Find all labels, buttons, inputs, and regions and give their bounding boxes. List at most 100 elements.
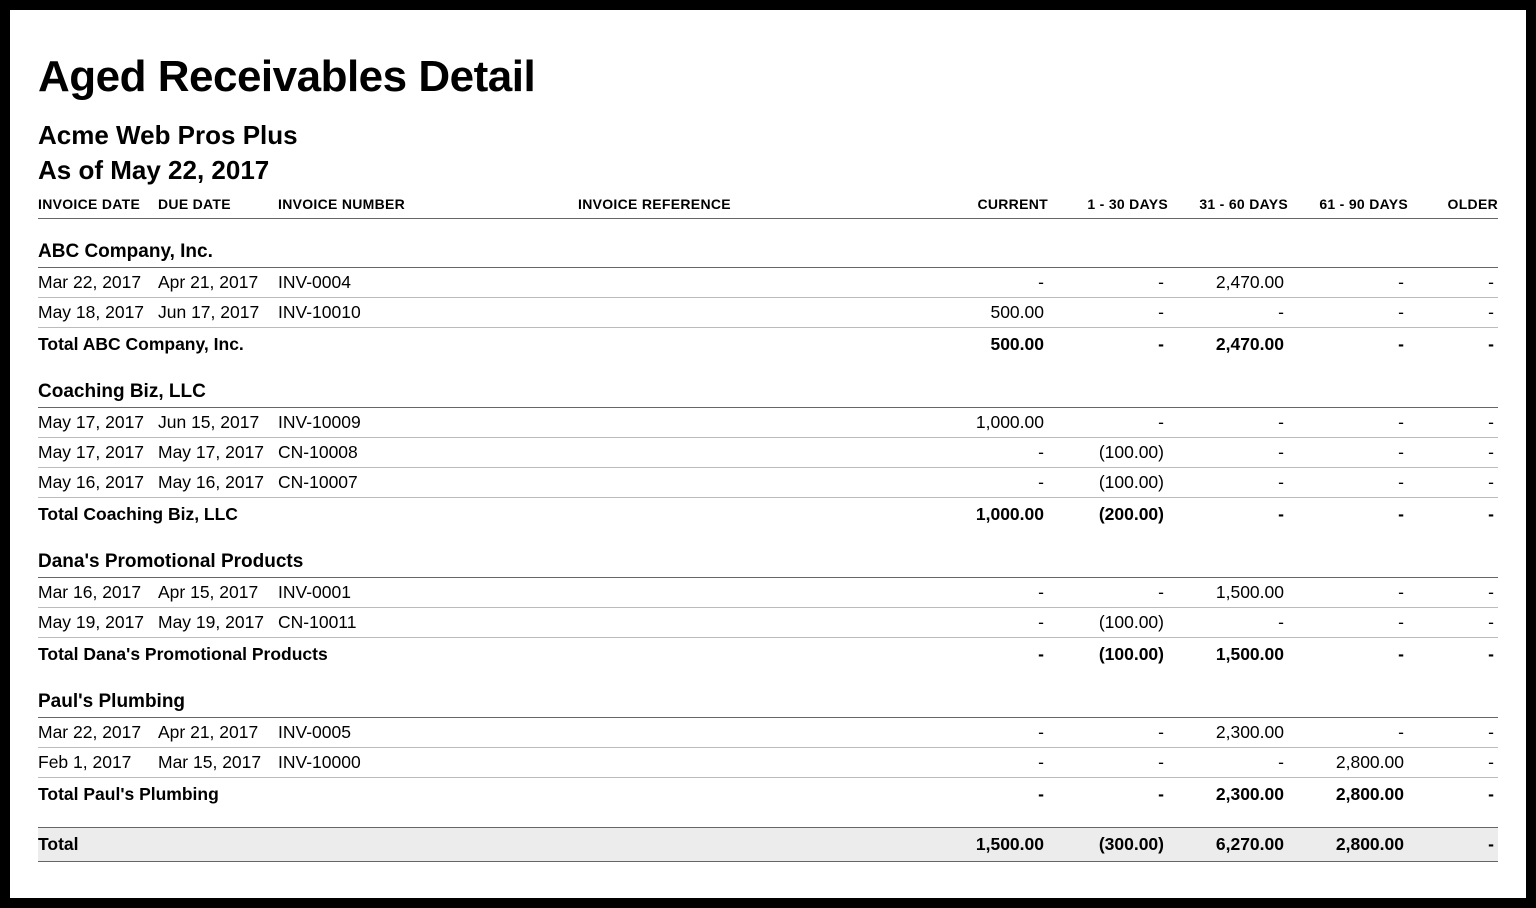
cell-invoice-reference (578, 298, 928, 328)
grand-total-d31_60: 6,270.00 (1168, 828, 1288, 862)
cell-current: - (928, 268, 1048, 298)
table-row: Mar 22, 2017Apr 21, 2017INV-0004--2,470.… (38, 268, 1498, 298)
cell-current: - (928, 468, 1048, 498)
cell-invoice-number: CN-10008 (278, 438, 578, 468)
cell-d61_90: - (1288, 298, 1408, 328)
cell-due-date: May 17, 2017 (158, 438, 278, 468)
cell-invoice-reference (578, 718, 928, 748)
table-row: May 19, 2017May 19, 2017CN-10011-(100.00… (38, 608, 1498, 638)
col-invoice-number: INVOICE NUMBER (278, 192, 578, 219)
section-name-cell: Paul's Plumbing (38, 669, 1498, 718)
section-total-label: Total ABC Company, Inc. (38, 328, 928, 360)
section-total-d1_30: - (1048, 328, 1168, 360)
cell-d31_60: - (1168, 408, 1288, 438)
section-total-d31_60: 1,500.00 (1168, 638, 1288, 670)
section-total-older: - (1408, 778, 1498, 810)
grand-total-older: - (1408, 828, 1498, 862)
cell-d31_60: - (1168, 298, 1288, 328)
cell-current: - (928, 438, 1048, 468)
col-invoice-reference: INVOICE REFERENCE (578, 192, 928, 219)
cell-d31_60: - (1168, 438, 1288, 468)
section-total-row: Total ABC Company, Inc.500.00-2,470.00-- (38, 328, 1498, 360)
section-header: Paul's Plumbing (38, 669, 1498, 718)
cell-due-date: Jun 17, 2017 (158, 298, 278, 328)
report-frame: Aged Receivables Detail Acme Web Pros Pl… (0, 0, 1536, 908)
section-name-cell: Coaching Biz, LLC (38, 359, 1498, 408)
table-row: Feb 1, 2017Mar 15, 2017INV-10000---2,800… (38, 748, 1498, 778)
section-total-d61_90: 2,800.00 (1288, 778, 1408, 810)
cell-d1_30: - (1048, 578, 1168, 608)
cell-older: - (1408, 268, 1498, 298)
cell-current: - (928, 718, 1048, 748)
cell-invoice-date: May 17, 2017 (38, 438, 158, 468)
company-name: Acme Web Pros Plus (38, 120, 1498, 151)
section-header: Coaching Biz, LLC (38, 359, 1498, 408)
cell-d61_90: - (1288, 438, 1408, 468)
cell-older: - (1408, 748, 1498, 778)
table-row: May 16, 2017May 16, 2017CN-10007-(100.00… (38, 468, 1498, 498)
cell-invoice-number: CN-10007 (278, 468, 578, 498)
cell-invoice-number: INV-0004 (278, 268, 578, 298)
section-total-current: 1,000.00 (928, 498, 1048, 530)
section-total-current: - (928, 778, 1048, 810)
cell-d1_30: - (1048, 268, 1168, 298)
section-total-d1_30: - (1048, 778, 1168, 810)
cell-invoice-date: Mar 22, 2017 (38, 268, 158, 298)
table-row: May 18, 2017Jun 17, 2017INV-10010500.00-… (38, 298, 1498, 328)
cell-invoice-date: May 16, 2017 (38, 468, 158, 498)
section-total-current: 500.00 (928, 328, 1048, 360)
cell-invoice-reference (578, 438, 928, 468)
cell-invoice-date: Mar 16, 2017 (38, 578, 158, 608)
section-total-current: - (928, 638, 1048, 670)
cell-d31_60: 2,470.00 (1168, 268, 1288, 298)
section-header: Dana's Promotional Products (38, 529, 1498, 578)
cell-d1_30: (100.00) (1048, 468, 1168, 498)
cell-d61_90: 2,800.00 (1288, 748, 1408, 778)
table-row: Mar 22, 2017Apr 21, 2017INV-0005--2,300.… (38, 718, 1498, 748)
report-title: Aged Receivables Detail (38, 52, 1498, 102)
cell-invoice-reference (578, 748, 928, 778)
section-total-label: Total Coaching Biz, LLC (38, 498, 928, 530)
cell-d31_60: - (1168, 748, 1288, 778)
cell-invoice-reference (578, 468, 928, 498)
cell-due-date: Mar 15, 2017 (158, 748, 278, 778)
section-total-older: - (1408, 638, 1498, 670)
cell-d1_30: (100.00) (1048, 438, 1168, 468)
cell-invoice-date: May 17, 2017 (38, 408, 158, 438)
cell-current: - (928, 578, 1048, 608)
aged-receivables-table: INVOICE DATE DUE DATE INVOICE NUMBER INV… (38, 192, 1498, 862)
cell-d61_90: - (1288, 268, 1408, 298)
col-current: CURRENT (928, 192, 1048, 219)
as-of-date: As of May 22, 2017 (38, 155, 1498, 186)
col-1-30: 1 - 30 DAYS (1048, 192, 1168, 219)
cell-d61_90: - (1288, 578, 1408, 608)
cell-older: - (1408, 578, 1498, 608)
cell-current: - (928, 608, 1048, 638)
grand-total-current: 1,500.00 (928, 828, 1048, 862)
cell-invoice-number: INV-0001 (278, 578, 578, 608)
table-row: Mar 16, 2017Apr 15, 2017INV-0001--1,500.… (38, 578, 1498, 608)
grand-total-d61_90: 2,800.00 (1288, 828, 1408, 862)
section-total-d1_30: (100.00) (1048, 638, 1168, 670)
cell-invoice-number: CN-10011 (278, 608, 578, 638)
cell-invoice-number: INV-10000 (278, 748, 578, 778)
grand-total-row: Total1,500.00(300.00)6,270.002,800.00- (38, 828, 1498, 862)
cell-d31_60: 2,300.00 (1168, 718, 1288, 748)
cell-older: - (1408, 408, 1498, 438)
cell-invoice-reference (578, 578, 928, 608)
cell-d61_90: - (1288, 718, 1408, 748)
section-total-d61_90: - (1288, 328, 1408, 360)
cell-invoice-reference (578, 608, 928, 638)
cell-d31_60: 1,500.00 (1168, 578, 1288, 608)
cell-invoice-number: INV-0005 (278, 718, 578, 748)
cell-d31_60: - (1168, 468, 1288, 498)
section-header: ABC Company, Inc. (38, 219, 1498, 268)
col-invoice-date: INVOICE DATE (38, 192, 158, 219)
col-due-date: DUE DATE (158, 192, 278, 219)
cell-invoice-number: INV-10009 (278, 408, 578, 438)
section-name-cell: Dana's Promotional Products (38, 529, 1498, 578)
grand-total-d1_30: (300.00) (1048, 828, 1168, 862)
cell-due-date: Apr 21, 2017 (158, 268, 278, 298)
cell-invoice-reference (578, 408, 928, 438)
section-name-cell: ABC Company, Inc. (38, 219, 1498, 268)
